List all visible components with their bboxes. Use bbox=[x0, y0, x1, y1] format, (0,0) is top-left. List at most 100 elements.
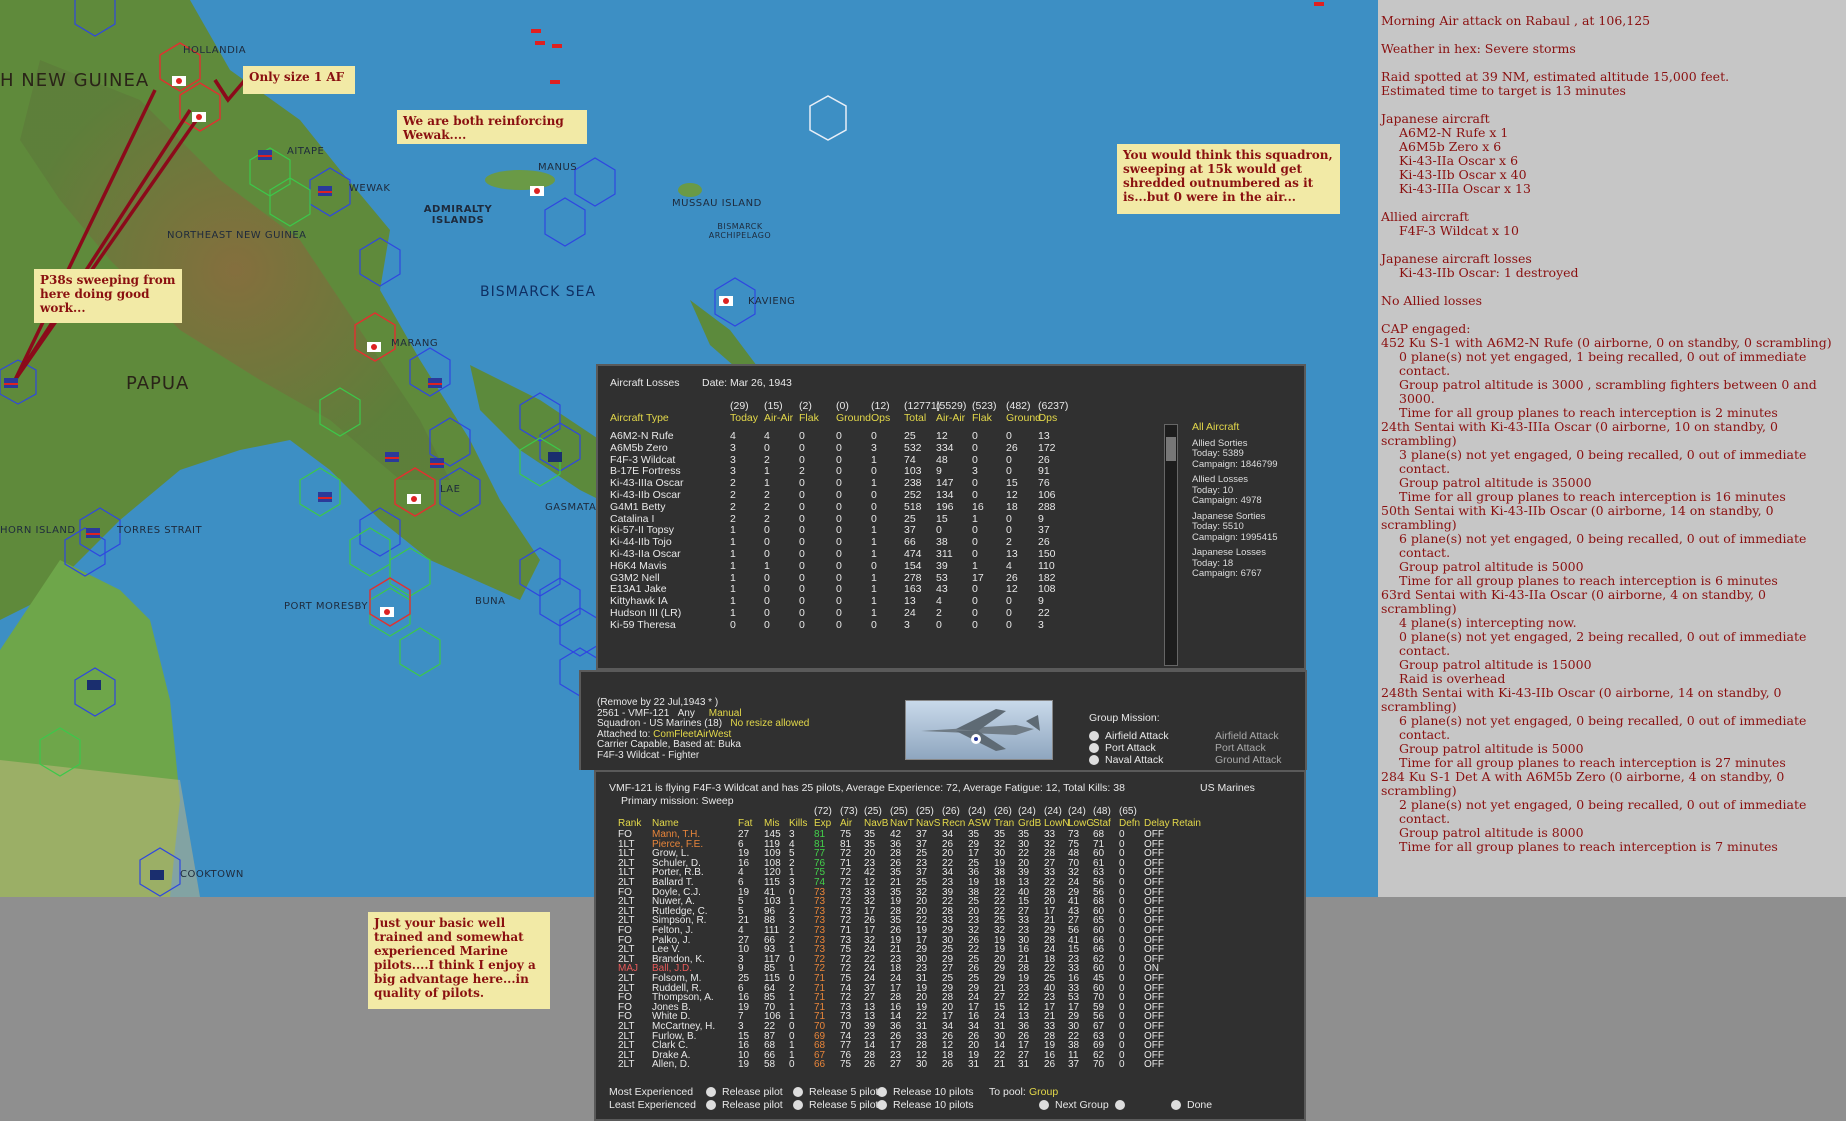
map-label: KAVIENG bbox=[748, 296, 796, 307]
column-header[interactable]: Retain bbox=[1172, 819, 1201, 829]
pilot-cell: 28 bbox=[1044, 848, 1056, 860]
pilot-cell: OFF bbox=[1144, 925, 1164, 936]
column-header[interactable]: Name bbox=[652, 819, 679, 829]
mission-option-naval[interactable]: Naval Attack bbox=[1089, 754, 1169, 766]
pilot-cell: 20 bbox=[864, 848, 876, 860]
pilot-name-cell[interactable]: Mann, T.H. bbox=[652, 830, 700, 840]
column-header[interactable]: Staf bbox=[1093, 819, 1111, 829]
log-line: 248th Sentai with Ki-43-IIb Oscar (0 air… bbox=[1381, 685, 1782, 714]
pilot-name-cell[interactable]: Grow, L. bbox=[652, 849, 689, 859]
losses-cell: 106 bbox=[1038, 489, 1056, 501]
column-header[interactable]: Air-Air bbox=[936, 412, 965, 424]
losses-cell: 1 bbox=[764, 559, 770, 572]
column-header[interactable]: Today bbox=[730, 412, 758, 424]
pilot-name-cell[interactable]: Thompson, A. bbox=[652, 993, 714, 1003]
pilot-cell: 19 bbox=[1018, 973, 1030, 984]
column-header[interactable]: Delay bbox=[1144, 819, 1170, 829]
release-most-1-button[interactable]: Release pilot bbox=[706, 1086, 783, 1099]
column-header[interactable]: Defn bbox=[1119, 819, 1140, 829]
column-header[interactable]: Ground bbox=[836, 412, 871, 424]
pilot-cell: 0 bbox=[1119, 925, 1125, 936]
pilot-name-cell[interactable]: Clark C. bbox=[652, 1041, 688, 1051]
pilot-cell: 30 bbox=[994, 848, 1006, 860]
column-header[interactable]: Ops bbox=[1038, 412, 1057, 424]
pilot-name-cell[interactable]: Felton, J. bbox=[652, 926, 693, 936]
column-total: (15) bbox=[764, 400, 783, 412]
pilot-name-cell[interactable]: Lee V. bbox=[652, 945, 680, 955]
release-least-5-button[interactable]: Release 5 pilots bbox=[793, 1099, 884, 1112]
losses-cell: 16 bbox=[972, 500, 984, 513]
pilot-name-cell[interactable]: McCartney, H. bbox=[652, 1022, 715, 1032]
to-pool-group-toggle[interactable]: Group bbox=[1029, 1086, 1058, 1099]
losses-cell: 110 bbox=[1038, 559, 1055, 572]
losses-cell: 0 bbox=[836, 453, 842, 466]
column-header[interactable]: Tran bbox=[994, 819, 1014, 829]
mission-option-airfield[interactable]: Airfield Attack bbox=[1089, 730, 1169, 742]
losses-cell: 0 bbox=[972, 430, 978, 442]
pilot-cell: 31 bbox=[994, 1021, 1006, 1032]
log-line: A6M5b Zero x 6 bbox=[1399, 139, 1502, 154]
losses-cell: 103 bbox=[904, 465, 922, 478]
unit-manual-toggle[interactable]: Manual bbox=[709, 708, 742, 719]
skill-average: (26) bbox=[994, 806, 1012, 817]
losses-cell: 1 bbox=[972, 559, 978, 572]
pilot-cell: 0 bbox=[1119, 1040, 1125, 1052]
release-most-10-button[interactable]: Release 10 pilots bbox=[877, 1086, 974, 1099]
release-least-10-button[interactable]: Release 10 pilots bbox=[877, 1099, 974, 1112]
pilot-cell: 2LT bbox=[618, 1059, 635, 1071]
losses-cell: 13 bbox=[1038, 430, 1050, 442]
column-header[interactable]: Rank bbox=[618, 819, 641, 829]
skill-average: (25) bbox=[890, 806, 908, 817]
next-group-button[interactable]: Next Group bbox=[1039, 1099, 1131, 1112]
pilot-cell: 75 bbox=[840, 973, 852, 984]
pilot-cell: 21 bbox=[890, 877, 902, 888]
pilot-name-cell[interactable]: Folsom, M. bbox=[652, 974, 701, 984]
losses-cell: 13 bbox=[904, 595, 916, 608]
column-header[interactable]: LowN bbox=[1044, 819, 1070, 829]
pilot-name-cell[interactable]: Allen, D. bbox=[652, 1060, 690, 1070]
losses-cell: 1 bbox=[764, 465, 770, 478]
pilot-cell: 0 bbox=[1119, 973, 1125, 984]
pilot-cell: 28 bbox=[890, 848, 902, 860]
pilot-cell: 109 bbox=[764, 848, 781, 860]
aircraft-type-cell: Ki-44-IIb Tojo bbox=[610, 536, 672, 549]
column-header[interactable]: NavT bbox=[890, 819, 914, 829]
column-header[interactable]: Aircraft Type bbox=[610, 412, 669, 424]
losses-cell: 518 bbox=[904, 500, 922, 513]
losses-cell: 1 bbox=[871, 548, 877, 560]
losses-cell: 0 bbox=[836, 595, 842, 608]
losses-scrollbar[interactable] bbox=[1164, 424, 1178, 666]
column-header[interactable]: Total bbox=[904, 412, 926, 424]
losses-cell: 0 bbox=[1006, 595, 1012, 608]
aircraft-type-cell: Ki-59 Theresa bbox=[610, 618, 676, 631]
column-header[interactable]: Exp bbox=[814, 819, 831, 829]
column-header[interactable]: Air bbox=[840, 819, 852, 829]
release-least-1-button[interactable]: Release pilot bbox=[706, 1099, 783, 1112]
column-header[interactable]: Kills bbox=[789, 819, 807, 829]
column-header[interactable]: Flak bbox=[972, 412, 992, 424]
losses-cell: 43 bbox=[936, 583, 948, 596]
column-header[interactable]: GrdB bbox=[1018, 819, 1041, 829]
column-header[interactable]: Flak bbox=[799, 412, 819, 424]
losses-cell: 3 bbox=[1038, 618, 1044, 631]
done-button[interactable]: Done bbox=[1171, 1099, 1212, 1112]
summary-line: Campaign: 1995415 bbox=[1192, 531, 1278, 543]
column-header[interactable]: Air-Air bbox=[764, 412, 793, 424]
column-header[interactable]: NavB bbox=[864, 819, 888, 829]
attached-value[interactable]: ComFleetAirWest bbox=[653, 729, 731, 740]
column-header[interactable]: NavS bbox=[916, 819, 940, 829]
losses-cell: 4 bbox=[1006, 559, 1012, 572]
column-header[interactable]: Ground bbox=[1006, 412, 1041, 424]
column-header[interactable]: LowG bbox=[1068, 819, 1094, 829]
column-header[interactable]: Recn bbox=[942, 819, 965, 829]
pilot-name-cell[interactable]: Ballard T. bbox=[652, 878, 694, 888]
column-header[interactable]: Mis bbox=[764, 819, 780, 829]
column-header[interactable]: ASW bbox=[968, 819, 991, 829]
pilot-cell: 25 bbox=[916, 877, 928, 888]
losses-cell: 38 bbox=[936, 536, 948, 549]
pilot-name-cell[interactable]: Nuwer, A. bbox=[652, 897, 695, 907]
column-header[interactable]: Fat bbox=[738, 819, 752, 829]
column-header[interactable]: Ops bbox=[871, 412, 890, 424]
release-most-5-button[interactable]: Release 5 pilots bbox=[793, 1086, 884, 1099]
mission-option-port[interactable]: Port Attack bbox=[1089, 742, 1169, 754]
